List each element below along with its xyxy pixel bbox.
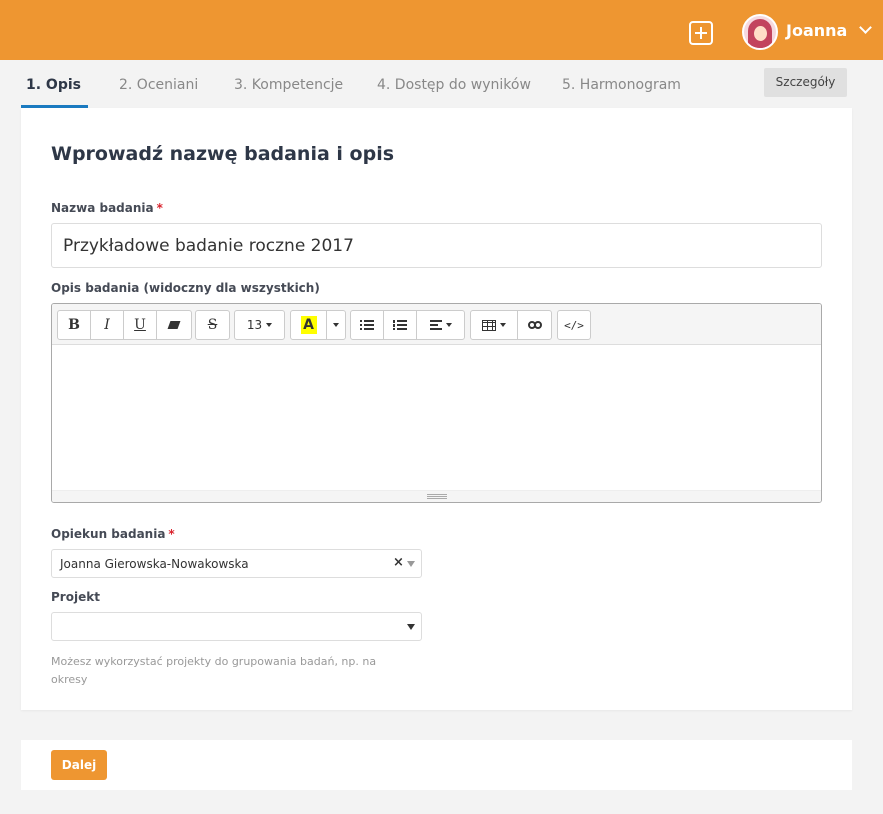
insert-group xyxy=(470,310,552,340)
form-card: Wprowadź nazwę badania i opis Nazwa bada… xyxy=(21,108,852,710)
required-mark: * xyxy=(156,201,163,215)
caret-down-icon xyxy=(445,323,452,327)
owner-select[interactable]: Joanna Gierowska-Nowakowska × xyxy=(51,549,422,578)
user-name[interactable]: Joanna xyxy=(786,21,847,40)
caret-down-icon xyxy=(500,323,506,327)
ordered-list-icon[interactable] xyxy=(384,311,417,339)
align-dropdown[interactable] xyxy=(417,311,464,339)
project-select[interactable] xyxy=(51,612,422,641)
editor-content-area[interactable] xyxy=(52,345,821,490)
code-view-button[interactable]: </> xyxy=(558,311,590,339)
caret-down-icon xyxy=(266,323,273,327)
rich-text-editor: B I U S 13 A </> xyxy=(51,303,822,503)
color-dropdown[interactable] xyxy=(327,311,345,339)
tab-dostep-do-wynikow[interactable]: 4. Dostęp do wyników xyxy=(377,77,531,93)
name-label: Nazwa badania * xyxy=(51,201,163,215)
font-size-dropdown[interactable]: 13 xyxy=(235,311,284,339)
avatar[interactable] xyxy=(742,14,778,50)
highlight-color-icon: A xyxy=(300,316,317,334)
tab-harmonogram[interactable]: 5. Harmonogram xyxy=(562,77,681,93)
chevron-down-icon[interactable] xyxy=(859,21,872,34)
font-size-group: 13 xyxy=(234,310,285,340)
grip-icon xyxy=(427,494,447,499)
caret-down-icon xyxy=(333,323,339,327)
dropdown-arrow-icon xyxy=(407,624,415,630)
link-icon[interactable] xyxy=(518,311,551,339)
project-help-text: Możesz wykorzystać projekty do grupowani… xyxy=(51,655,377,686)
dropdown-arrow-icon xyxy=(407,561,415,567)
owner-label: Opiekun badania * xyxy=(51,527,175,541)
code-group: </> xyxy=(557,310,591,340)
details-button[interactable]: Szczegóły xyxy=(764,68,847,97)
italic-button[interactable]: I xyxy=(91,311,124,339)
plus-square-icon[interactable] xyxy=(689,21,713,45)
table-dropdown[interactable] xyxy=(471,311,518,339)
tab-kompetencje[interactable]: 3. Kompetencje xyxy=(234,77,343,93)
format-group: B I U xyxy=(57,310,192,340)
tab-opis[interactable]: 1. Opis xyxy=(26,77,81,93)
editor-resize-handle[interactable] xyxy=(52,490,821,502)
eraser-icon[interactable] xyxy=(157,311,191,339)
align-left-icon xyxy=(429,320,442,330)
color-group: A xyxy=(290,310,346,340)
table-icon xyxy=(482,319,496,331)
underline-button[interactable]: U xyxy=(124,311,157,339)
clear-icon[interactable]: × xyxy=(393,555,404,570)
owner-selected-value: Joanna Gierowska-Nowakowska xyxy=(60,557,249,571)
required-mark: * xyxy=(168,527,175,541)
paragraph-group xyxy=(350,310,465,340)
bold-button[interactable]: B xyxy=(58,311,91,339)
top-bar: Joanna xyxy=(0,0,883,60)
footer-card: Dalej xyxy=(21,740,852,790)
study-name-input[interactable] xyxy=(51,223,822,268)
strike-group: S xyxy=(195,310,230,340)
description-label: Opis badania (widoczny dla wszystkich) xyxy=(51,281,320,295)
highlight-button[interactable]: A xyxy=(291,311,327,339)
project-label: Projekt xyxy=(51,590,100,604)
next-button[interactable]: Dalej xyxy=(51,750,107,780)
page-title: Wprowadź nazwę badania i opis xyxy=(51,143,395,165)
tab-oceniani[interactable]: 2. Oceniani xyxy=(119,77,198,93)
unordered-list-icon[interactable] xyxy=(351,311,384,339)
strikethrough-button[interactable]: S xyxy=(196,311,229,339)
editor-toolbar: B I U S 13 A </> xyxy=(52,304,821,345)
